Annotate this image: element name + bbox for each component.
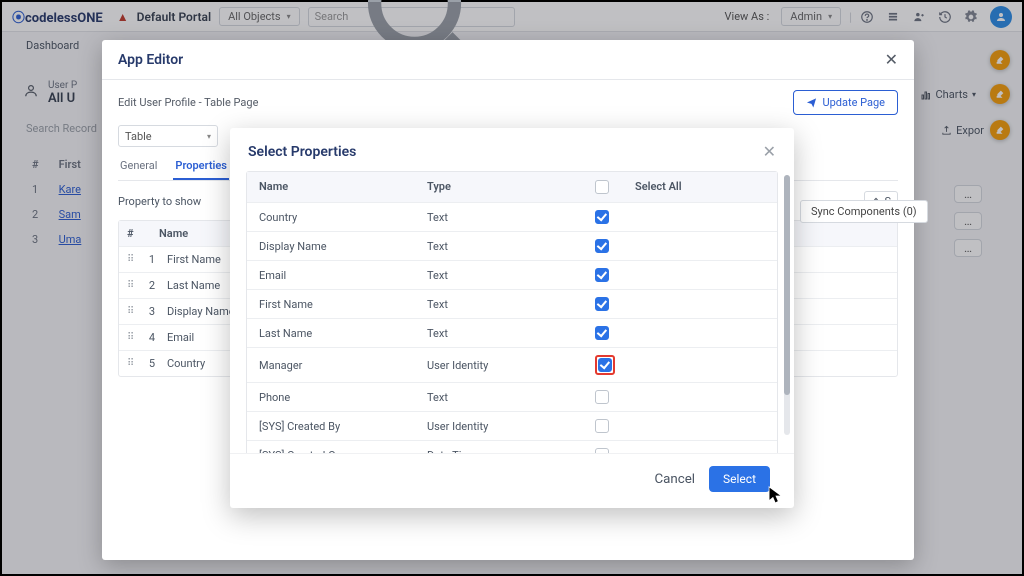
row-checkbox[interactable] xyxy=(595,419,609,433)
row-name: Email xyxy=(259,269,427,282)
scrollbar[interactable] xyxy=(784,175,790,435)
select-all-label: Select All xyxy=(635,180,682,194)
sp-row[interactable]: ManagerUser Identity xyxy=(247,347,777,382)
sp-row[interactable]: First NameText xyxy=(247,289,777,318)
sync-components-button[interactable]: Sync Components (0) xyxy=(800,200,928,223)
update-page-button[interactable]: Update Page xyxy=(793,90,898,115)
row-name: [SYS] Created By xyxy=(259,420,427,433)
row-name: Country xyxy=(259,211,427,224)
row-name: Phone xyxy=(259,391,427,404)
row-name: Display Name xyxy=(259,240,427,253)
select-properties-modal: Select Properties ✕ Name Type Select All… xyxy=(230,128,794,508)
sp-row[interactable]: Display NameText xyxy=(247,231,777,260)
row-type: Text xyxy=(427,327,595,340)
row-name: [SYS] Created On xyxy=(259,449,427,454)
row-type: Text xyxy=(427,269,595,282)
row-checkbox[interactable] xyxy=(595,210,609,224)
row-checkbox[interactable] xyxy=(595,239,609,253)
tab-properties[interactable]: Properties xyxy=(173,153,229,180)
row-type: Text xyxy=(427,211,595,224)
breadcrumb: Edit User Profile - Table Page xyxy=(118,96,258,109)
sp-row[interactable]: [SYS] Created ByUser Identity xyxy=(247,411,777,440)
sp-row[interactable]: CountryText xyxy=(247,202,777,231)
row-type: Text xyxy=(427,240,595,253)
row-checkbox[interactable] xyxy=(598,358,612,372)
row-checkbox[interactable] xyxy=(595,268,609,282)
sp-row[interactable]: [SYS] Created OnDate Time xyxy=(247,440,777,453)
col-type: Type xyxy=(427,180,595,194)
view-type-select[interactable]: Table▾ xyxy=(118,125,218,147)
editor-title: App Editor xyxy=(118,52,183,68)
sp-table: Name Type Select All CountryTextDisplay … xyxy=(246,171,778,453)
select-all-checkbox[interactable] xyxy=(595,180,609,194)
row-type: Text xyxy=(427,298,595,311)
row-name: First Name xyxy=(259,298,427,311)
row-name: Manager xyxy=(259,359,427,372)
row-type: Text xyxy=(427,391,595,404)
tab-general[interactable]: General xyxy=(118,153,159,180)
row-type: User Identity xyxy=(427,420,595,433)
row-checkbox[interactable] xyxy=(595,326,609,340)
close-icon[interactable]: ✕ xyxy=(763,142,776,161)
row-checkbox[interactable] xyxy=(595,297,609,311)
row-checkbox[interactable] xyxy=(595,390,609,404)
col-name: Name xyxy=(259,180,427,194)
row-type: User Identity xyxy=(427,359,595,372)
sp-row[interactable]: PhoneText xyxy=(247,382,777,411)
close-icon[interactable]: ✕ xyxy=(885,50,898,69)
row-type: Date Time xyxy=(427,449,595,454)
property-label: Property to show xyxy=(118,195,201,208)
sp-row[interactable]: EmailText xyxy=(247,260,777,289)
row-name: Last Name xyxy=(259,327,427,340)
select-button[interactable]: Select xyxy=(709,466,770,492)
sp-title: Select Properties xyxy=(248,144,356,160)
sp-row[interactable]: Last NameText xyxy=(247,318,777,347)
row-checkbox[interactable] xyxy=(595,448,609,453)
cancel-button[interactable]: Cancel xyxy=(654,472,695,487)
